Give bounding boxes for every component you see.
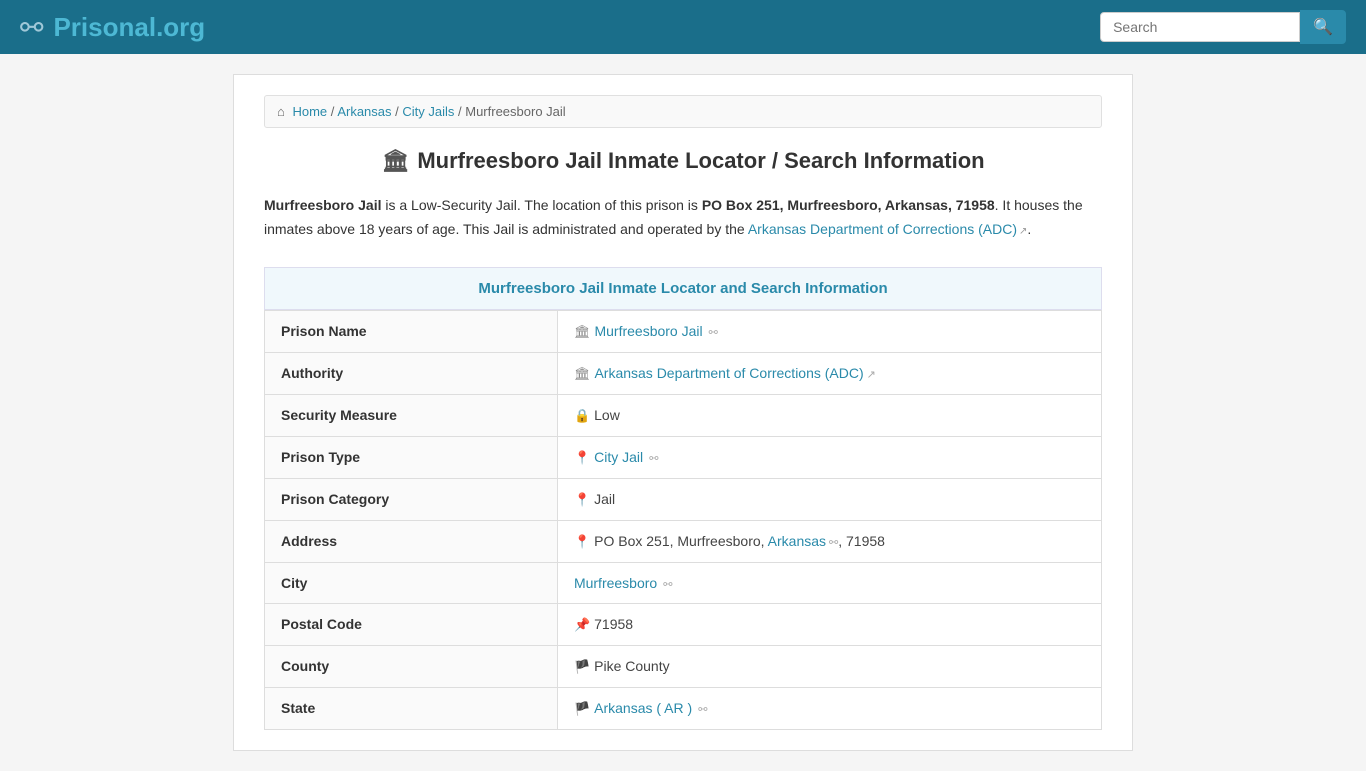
table-link-6[interactable]: Murfreesboro: [574, 575, 657, 591]
cell-icon: 🏛: [574, 324, 591, 339]
authority-link[interactable]: Arkansas Department of Corrections (ADC): [748, 221, 1017, 237]
table-row: Prison Category📍Jail: [265, 478, 1102, 520]
anchor-icon: ⚯: [829, 537, 838, 549]
jail-name-bold: Murfreesboro Jail: [264, 197, 381, 213]
desc-end: .: [1027, 221, 1031, 237]
anchor-icon-6: ⚯: [660, 579, 672, 591]
table-link-1[interactable]: Arkansas Department of Corrections (ADC): [594, 365, 863, 381]
cell-icon: 🏴: [574, 701, 590, 716]
table-value: 🏛Murfreesboro Jail ⚯: [557, 310, 1101, 352]
address-bold: PO Box 251, Murfreesboro, Arkansas, 7195…: [702, 197, 995, 213]
anchor-icon-type: ⚯: [646, 453, 658, 465]
site-header: ⚯ Prisonal.org 🔍: [0, 0, 1366, 54]
table-label: Prison Type: [265, 436, 558, 478]
table-value: 📍 City Jail ⚯: [557, 436, 1101, 478]
table-row: County🏴Pike County: [265, 645, 1102, 687]
table-row: CityMurfreesboro ⚯: [265, 562, 1102, 603]
table-row: State 🏴 Arkansas ( AR ) ⚯: [265, 687, 1102, 729]
site-logo[interactable]: ⚯ Prisonal.org: [20, 11, 205, 44]
home-icon: ⌂: [277, 104, 285, 119]
table-label: Prison Name: [265, 310, 558, 352]
breadcrumb-arkansas[interactable]: Arkansas: [337, 104, 391, 119]
search-input[interactable]: [1100, 12, 1300, 42]
main-content: ⌂ Home / Arkansas / City Jails / Murfree…: [233, 74, 1133, 751]
logo-text: Prisonal.org: [53, 12, 205, 43]
cell-icon: 📍: [574, 492, 590, 507]
table-link-9[interactable]: Arkansas ( AR ): [594, 700, 692, 716]
table-row: Prison Type 📍 City Jail ⚯: [265, 436, 1102, 478]
table-row: Security Measure🔒Low: [265, 394, 1102, 436]
table-value: 📍Jail: [557, 478, 1101, 520]
logo-icon: ⚯: [20, 11, 43, 44]
cell-icon: 📍: [574, 450, 590, 465]
page-title-text: Murfreesboro Jail Inmate Locator / Searc…: [417, 148, 984, 174]
table-value: 🔒Low: [557, 394, 1101, 436]
table-label: County: [265, 645, 558, 687]
table-label: Address: [265, 520, 558, 562]
page-title: 🏛 Murfreesboro Jail Inmate Locator / Sea…: [264, 148, 1102, 174]
section-header: Murfreesboro Jail Inmate Locator and Sea…: [264, 267, 1102, 310]
cell-icon: 📍: [574, 534, 590, 549]
table-label: State: [265, 687, 558, 729]
table-value: Murfreesboro ⚯: [557, 562, 1101, 603]
table-row: Prison Name🏛Murfreesboro Jail ⚯: [265, 310, 1102, 352]
logo-word: Prisonal: [53, 12, 156, 42]
breadcrumb-city-jails[interactable]: City Jails: [402, 104, 454, 119]
ext-icon-1: ↗: [867, 369, 876, 381]
table-label: Authority: [265, 352, 558, 394]
info-table: Prison Name🏛Murfreesboro Jail ⚯Authority…: [264, 310, 1102, 730]
table-value: 🏛Arkansas Department of Corrections (ADC…: [557, 352, 1101, 394]
search-area: 🔍: [1100, 10, 1346, 44]
table-label: Security Measure: [265, 394, 558, 436]
prison-title-icon: 🏛: [381, 148, 409, 174]
table-row: Authority🏛Arkansas Department of Correct…: [265, 352, 1102, 394]
table-row: Postal Code📌71958: [265, 603, 1102, 645]
section-header-text: Murfreesboro Jail Inmate Locator and Sea…: [478, 280, 887, 297]
cell-icon: 📌: [574, 617, 590, 632]
table-value: 📍PO Box 251, Murfreesboro, Arkansas⚯, 71…: [557, 520, 1101, 562]
table-link-3[interactable]: City Jail: [594, 449, 643, 465]
table-link-0[interactable]: Murfreesboro Jail: [594, 323, 702, 339]
table-row: Address📍PO Box 251, Murfreesboro, Arkans…: [265, 520, 1102, 562]
anchor-icon-0: ⚯: [706, 327, 718, 339]
cell-icon: 🏛: [574, 366, 591, 381]
table-value: 🏴Pike County: [557, 645, 1101, 687]
arkansas-link[interactable]: Arkansas: [768, 533, 826, 549]
breadcrumb-current: Murfreesboro Jail: [465, 104, 565, 119]
description: Murfreesboro Jail is a Low-Security Jail…: [264, 194, 1102, 242]
cell-icon: 🏴: [574, 659, 590, 674]
ext-state: ⚯: [695, 704, 707, 716]
cell-icon: 🔒: [574, 408, 590, 423]
logo-tld: .org: [156, 12, 205, 42]
search-button[interactable]: 🔍: [1300, 10, 1346, 44]
table-label: Postal Code: [265, 603, 558, 645]
breadcrumb: ⌂ Home / Arkansas / City Jails / Murfree…: [264, 95, 1102, 128]
breadcrumb-home[interactable]: Home: [292, 104, 327, 119]
table-label: Prison Category: [265, 478, 558, 520]
table-value: 📌71958: [557, 603, 1101, 645]
desc-intro: is a Low-Security Jail. The location of …: [381, 197, 701, 213]
table-label: City: [265, 562, 558, 603]
table-value: 🏴 Arkansas ( AR ) ⚯: [557, 687, 1101, 729]
